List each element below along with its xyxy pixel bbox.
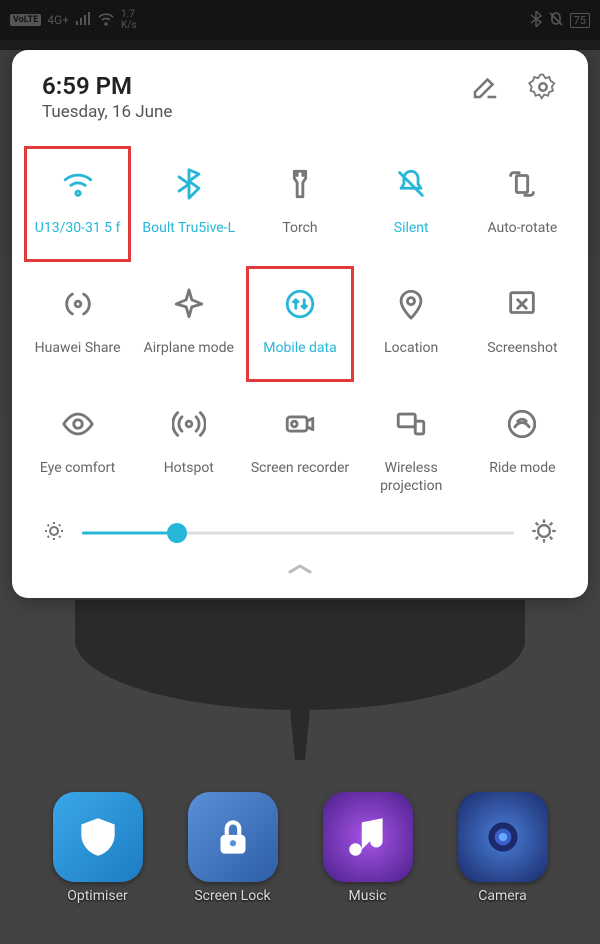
tile-label: Screenshot xyxy=(487,340,557,358)
app-camera[interactable]: Camera xyxy=(458,792,548,904)
tile-label: Location xyxy=(384,340,438,358)
tile-label: Auto-rotate xyxy=(487,220,557,238)
app-label: Camera xyxy=(478,888,527,904)
tile-label: Hotspot xyxy=(164,460,214,478)
tile-screenshot[interactable]: Screenshot xyxy=(467,264,578,384)
shield-icon xyxy=(53,792,143,882)
tile-label: Wireless projection xyxy=(358,460,465,495)
brightness-high-icon xyxy=(530,517,558,549)
music-icon xyxy=(323,792,413,882)
rotate-icon xyxy=(505,156,539,212)
tile-label: Screen recorder xyxy=(251,460,349,478)
tile-projection[interactable]: Wireless projection xyxy=(356,384,467,507)
ride-icon xyxy=(505,396,539,452)
bluetooth-icon xyxy=(172,156,206,212)
app-dock: Optimiser Screen Lock Music Camera xyxy=(0,792,600,904)
edit-icon[interactable] xyxy=(470,72,500,106)
brightness-row xyxy=(22,507,578,553)
tile-label: Eye comfort xyxy=(40,460,115,478)
tile-hotspot[interactable]: Hotspot xyxy=(133,384,244,507)
tile-airplane[interactable]: Airplane mode xyxy=(133,264,244,384)
tile-label: Mobile data xyxy=(263,340,336,358)
clock-date: Tuesday, 16 June xyxy=(42,102,172,122)
tile-label: Boult Tru5ive-L xyxy=(142,220,235,238)
tile-torch[interactable]: Torch xyxy=(244,144,355,264)
camera-icon xyxy=(458,792,548,882)
brightness-low-icon xyxy=(42,519,66,547)
app-shield[interactable]: Optimiser xyxy=(53,792,143,904)
collapse-chevron-icon[interactable] xyxy=(22,561,578,580)
projection-icon xyxy=(394,396,428,452)
app-label: Music xyxy=(349,888,387,904)
tile-label: Silent xyxy=(394,220,429,238)
tile-ride[interactable]: Ride mode xyxy=(467,384,578,507)
torch-icon xyxy=(283,156,317,212)
app-music[interactable]: Music xyxy=(323,792,413,904)
airplane-icon xyxy=(172,276,206,332)
app-label: Screen Lock xyxy=(194,888,270,904)
hotspot-icon xyxy=(172,396,206,452)
tile-recorder[interactable]: Screen recorder xyxy=(244,384,355,507)
tile-label: Torch xyxy=(282,220,317,238)
share-icon xyxy=(61,276,95,332)
tile-location[interactable]: Location xyxy=(356,264,467,384)
quick-settings-panel: 6:59 PM Tuesday, 16 June U13/30-31 5 f Bo… xyxy=(12,50,588,598)
eye-icon xyxy=(61,396,95,452)
tile-label: Huawei Share xyxy=(35,340,121,358)
tile-share[interactable]: Huawei Share xyxy=(22,264,133,384)
wifi-icon xyxy=(61,156,95,212)
tile-wifi[interactable]: U13/30-31 5 f xyxy=(22,144,133,264)
tile-label: Airplane mode xyxy=(144,340,234,358)
clock-time: 6:59 PM xyxy=(42,72,172,100)
app-label: Optimiser xyxy=(67,888,128,904)
tiles-grid: U13/30-31 5 f Boult Tru5ive-L Torch Silent A… xyxy=(22,144,578,507)
tile-mobiledata[interactable]: Mobile data xyxy=(244,264,355,384)
tile-label: Ride mode xyxy=(489,460,555,478)
recorder-icon xyxy=(283,396,317,452)
tile-bluetooth[interactable]: Boult Tru5ive-L xyxy=(133,144,244,264)
tile-eye[interactable]: Eye comfort xyxy=(22,384,133,507)
mobiledata-icon xyxy=(283,276,317,332)
app-lock[interactable]: Screen Lock xyxy=(188,792,278,904)
tile-rotate[interactable]: Auto-rotate xyxy=(467,144,578,264)
brightness-slider[interactable] xyxy=(82,521,514,545)
tile-silent[interactable]: Silent xyxy=(356,144,467,264)
settings-icon[interactable] xyxy=(528,72,558,106)
lock-icon xyxy=(188,792,278,882)
tile-label: U13/30-31 5 f xyxy=(35,220,121,238)
location-icon xyxy=(394,276,428,332)
silent-icon xyxy=(394,156,428,212)
screenshot-icon xyxy=(505,276,539,332)
